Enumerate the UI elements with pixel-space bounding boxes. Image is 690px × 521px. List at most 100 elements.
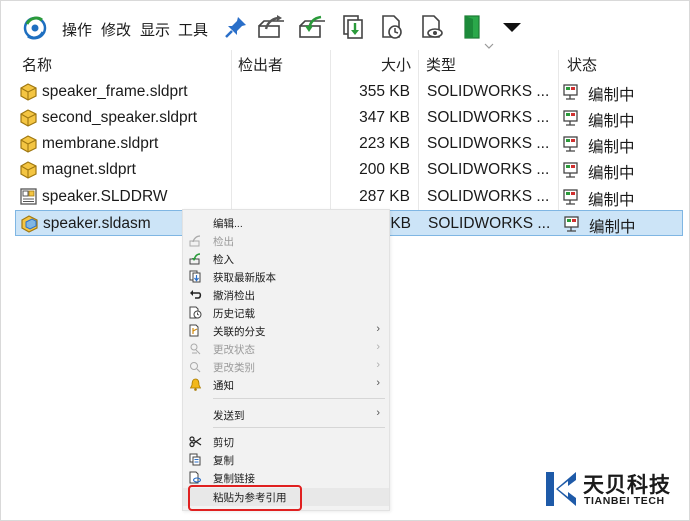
menu-item-undo-checkout[interactable]: 撤消检出: [183, 286, 389, 304]
state-icon: [563, 136, 578, 152]
undo-icon: [190, 290, 202, 299]
context-menu: 编辑... 检出 检入 获取最新版本 撤消检出 历史记载 关联的分支 › 更改状…: [182, 209, 390, 511]
submenu-arrow-icon: ›: [376, 359, 380, 371]
dropdown-arrow-icon[interactable]: [498, 13, 526, 41]
menu-item-related-branches[interactable]: 关联的分支 ›: [183, 322, 389, 340]
menu-operations[interactable]: 操作: [62, 19, 92, 40]
menu-item-label: 复制: [213, 455, 234, 467]
file-row[interactable]: membrane.sldprt 223 KB SOLIDWORKS ... 编制…: [15, 131, 683, 157]
menu-item-label: 发送到: [213, 410, 245, 422]
assembly-icon: [21, 215, 38, 233]
part-icon: [20, 161, 37, 179]
menu-item-label: 检出: [213, 236, 234, 248]
menu-item-label: 复制链接: [213, 473, 255, 485]
state-icon: [564, 216, 579, 232]
menu-item-label: 通知: [213, 380, 234, 392]
menu-item-change-state[interactable]: 更改状态 ›: [183, 340, 389, 358]
menu-view[interactable]: 显示: [140, 19, 170, 40]
menu-item-check-in[interactable]: 检入: [183, 250, 389, 268]
column-name[interactable]: 名称: [22, 54, 52, 75]
menu-item-edit[interactable]: 编辑...: [183, 214, 389, 232]
menu-item-label: 历史记载: [213, 308, 255, 320]
state-icon: [563, 162, 578, 178]
file-type: SOLIDWORKS ...: [427, 109, 550, 126]
file-size: 287 KB: [359, 188, 410, 205]
toolbar: 操作 修改 显示 工具: [0, 8, 690, 48]
file-state: 编制中: [588, 87, 635, 104]
column-checked-out-by[interactable]: 检出者: [238, 54, 283, 75]
file-name: speaker.sldasm: [43, 215, 151, 232]
file-name: membrane.sldprt: [42, 135, 159, 152]
file-name: speaker.SLDDRW: [42, 188, 168, 205]
brand-name-en: TIANBEI TECH: [584, 495, 665, 507]
drawing-icon: [20, 188, 37, 205]
state-icon: [563, 110, 578, 126]
menu-item-notify[interactable]: 通知 ›: [183, 376, 389, 394]
checkout-icon[interactable]: [256, 13, 284, 41]
brand-logo: 天贝科技 TIANBEI TECH: [544, 468, 686, 512]
history-icon: [189, 306, 202, 319]
check-out-icon: [189, 235, 201, 247]
menu-item-label: 剪切: [213, 437, 234, 449]
get-latest-icon[interactable]: [339, 13, 367, 41]
menu-tools[interactable]: 工具: [178, 19, 208, 40]
green-door-icon[interactable]: [458, 13, 486, 41]
get-latest-icon: [189, 270, 201, 283]
bell-icon: [189, 378, 202, 391]
history-icon[interactable]: [378, 13, 406, 41]
file-name: speaker_frame.sldprt: [42, 83, 188, 100]
preview-icon[interactable]: [418, 13, 446, 41]
change-category-icon: [190, 362, 201, 373]
file-name: magnet.sldprt: [42, 161, 136, 178]
file-row[interactable]: second_speaker.sldprt 347 KB SOLIDWORKS …: [15, 105, 683, 131]
file-type: SOLIDWORKS ...: [427, 188, 550, 205]
file-state: 编制中: [589, 219, 636, 236]
file-size: 223 KB: [359, 135, 410, 152]
file-state: 编制中: [588, 113, 635, 130]
file-size: 347 KB: [359, 109, 410, 126]
menu-item-label: 撤消检出: [213, 290, 255, 302]
menu-item-label: 编辑...: [213, 218, 243, 230]
file-type: SOLIDWORKS ...: [427, 83, 550, 100]
sort-caret-icon: [484, 43, 494, 49]
file-row[interactable]: speaker_frame.sldprt 355 KB SOLIDWORKS .…: [15, 79, 683, 105]
copy-link-icon: [189, 471, 202, 484]
file-size: 200 KB: [359, 161, 410, 178]
submenu-arrow-icon: ›: [376, 341, 380, 353]
branch-icon: [189, 324, 199, 337]
file-name: second_speaker.sldprt: [42, 109, 198, 126]
menu-item-check-out[interactable]: 检出: [183, 232, 389, 250]
part-icon: [20, 83, 37, 101]
file-row[interactable]: magnet.sldprt 200 KB SOLIDWORKS ... 编制中: [15, 157, 683, 183]
menu-item-copy[interactable]: 复制: [183, 451, 389, 469]
scissors-icon: [189, 436, 202, 448]
file-state: 编制中: [588, 192, 635, 209]
file-type: SOLIDWORKS ...: [428, 215, 551, 232]
file-row[interactable]: speaker.SLDDRW 287 KB SOLIDWORKS ... 编制中: [15, 184, 683, 210]
pin-icon[interactable]: [222, 13, 250, 41]
highlight-box: [188, 485, 302, 511]
menu-item-label: 检入: [213, 254, 234, 266]
submenu-arrow-icon: ›: [376, 377, 380, 389]
menu-item-label: 获取最新版本: [213, 272, 276, 284]
menu-item-cut[interactable]: 剪切: [183, 433, 389, 451]
state-icon: [563, 189, 578, 205]
menu-item-get-latest[interactable]: 获取最新版本: [183, 268, 389, 286]
column-state[interactable]: 状态: [567, 54, 597, 75]
menu-item-send-to[interactable]: 发送到 ›: [183, 406, 389, 424]
menu-separator: [213, 398, 385, 399]
menu-item-change-category[interactable]: 更改类别 ›: [183, 358, 389, 376]
column-size[interactable]: 大小: [381, 54, 411, 75]
part-icon: [20, 135, 37, 153]
file-type: SOLIDWORKS ...: [427, 161, 550, 178]
column-type[interactable]: 类型: [426, 54, 456, 75]
vault-logo-icon[interactable]: [22, 15, 48, 41]
menu-modify[interactable]: 修改: [101, 19, 131, 40]
tianbei-logo-icon: [546, 472, 576, 506]
menu-item-label: 更改类别: [213, 362, 255, 374]
menu-item-history[interactable]: 历史记载: [183, 304, 389, 322]
column-header: 名称 检出者 大小 类型 状态: [0, 50, 690, 77]
change-state-icon: [190, 343, 201, 355]
copy-icon: [189, 453, 201, 466]
checkin-icon[interactable]: [297, 13, 325, 41]
